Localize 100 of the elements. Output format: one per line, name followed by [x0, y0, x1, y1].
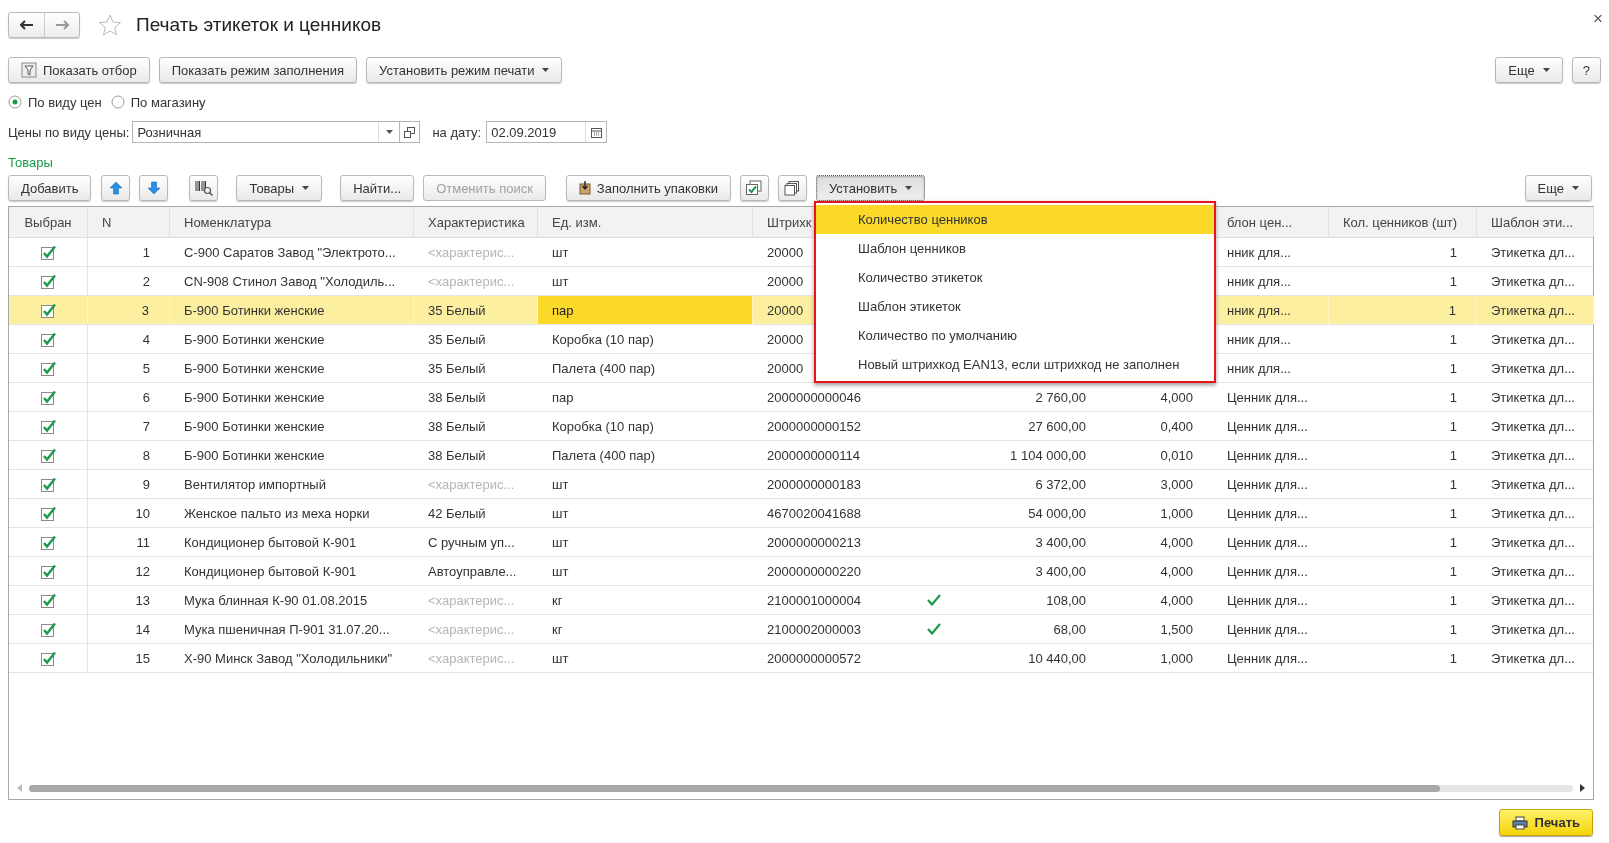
table-cell: 1 — [1449, 389, 1457, 405]
table-cell: Этикетка дл... — [1491, 244, 1575, 260]
table-cell: 38 Белый — [428, 389, 486, 405]
toolbar-button[interactable]: Заполнить упаковки — [565, 175, 731, 201]
close-button[interactable]: × — [1593, 9, 1603, 29]
table-cell: 1,500 — [1160, 621, 1193, 637]
copy-icon — [784, 180, 801, 196]
table-cell: нник для... — [1227, 360, 1291, 376]
table-cell: 0,400 — [1160, 418, 1193, 434]
table-row[interactable]: 8 Б-900 Ботинки женские 38 Белый Палета (400 пар) 2000000000114 1 104 000,00 0,010 Ценник для... 1 Этикетка дл... — [9, 441, 1593, 470]
checkbox[interactable] — [40, 331, 56, 347]
table-row[interactable]: 7 Б-900 Ботинки женские 38 Белый Коробка (10 пар) 2000000000152 27 600,00 0,400 Ценник для... 1 Этикетка дл... — [9, 412, 1593, 441]
toolbar-button[interactable]: Товары — [236, 175, 323, 201]
checkbox[interactable] — [40, 534, 56, 550]
table-row[interactable]: 12 Кондиционер бытовой К-901 Автоуправле... шт 2000000000220 3 400,00 4,000 Ценник для... 1 Этикетка дл... — [9, 557, 1593, 586]
table-cell: 12 — [135, 563, 150, 579]
table-cell: Мука блинная К-90 01.08.2015 — [184, 592, 368, 608]
toolbar-button[interactable] — [189, 175, 219, 201]
checkbox[interactable] — [40, 389, 56, 405]
table-cell: Ценник для... — [1227, 592, 1308, 608]
scroll-right-icon[interactable] — [1579, 784, 1585, 792]
table-cell: 2 760,00 — [1035, 389, 1086, 405]
table-cell: <характерис... — [428, 244, 515, 260]
table-cell: Б-900 Ботинки женские — [184, 418, 325, 434]
checkbox[interactable] — [40, 592, 56, 608]
window-title: Печать этикеток и ценников — [136, 14, 383, 36]
table-cell: пар — [538, 296, 753, 324]
checkbox[interactable] — [40, 418, 56, 434]
table-cell: 35 Белый — [428, 331, 486, 347]
column-header[interactable]: Шаблон эти... — [1477, 207, 1594, 237]
table-cell: шт — [552, 244, 569, 260]
table-row[interactable]: 13 Мука блинная К-90 01.08.2015 <характерис... кг 2100001000004 108,00 4,000 Ценник для... 1 Этикетка дл... — [9, 586, 1593, 615]
toolbar-button[interactable]: Показать отбор — [8, 57, 150, 83]
table-cell: 2000000000046 — [767, 389, 861, 405]
more-button[interactable]: Еще — [1495, 57, 1563, 83]
table-cell: 6 372,00 — [1035, 476, 1086, 492]
table-cell: 5 — [142, 360, 150, 376]
table-row[interactable]: 11 Кондиционер бытовой К-901 С ручным уп... шт 2000000000213 3 400,00 4,000 Ценник для... 1 Этикетка дл... — [9, 528, 1593, 557]
table-cell: Ценник для... — [1227, 563, 1308, 579]
table-cell: Б-900 Ботинки женские — [184, 447, 325, 463]
toolbar-button[interactable]: Добавить — [8, 175, 92, 201]
table-cell: 2100002000003 — [767, 621, 861, 637]
column-header[interactable]: Номенклатура — [170, 207, 414, 237]
table-cell: Б-900 Ботинки женские — [184, 331, 325, 347]
checkbox[interactable] — [40, 273, 56, 289]
table-cell: 42 Белый — [428, 505, 486, 521]
toolbar-button[interactable] — [778, 175, 807, 201]
price-type-field[interactable]: Розничная — [132, 121, 401, 143]
checkbox[interactable] — [40, 360, 56, 376]
field-label: Цены по виду цены: — [8, 124, 130, 140]
table-cell: Этикетка дл... — [1491, 534, 1575, 550]
table-row[interactable]: 15 Х-90 Минск Завод "Холодильники" <характерис... шт 2000000000572 10 440,00 1,000 Ценник для... 1 Этикетка дл... — [9, 644, 1593, 673]
radio-button[interactable] — [8, 95, 22, 109]
table-cell: 20000 — [767, 302, 804, 318]
checkbox[interactable] — [40, 302, 56, 318]
checkbox[interactable] — [40, 476, 56, 492]
table-row[interactable]: 9 Вентилятор импортный <характерис... шт 2000000000183 6 372,00 3,000 Ценник для... 1 Этикетка дл... — [9, 470, 1593, 499]
checkbox[interactable] — [40, 244, 56, 260]
menu-item[interactable]: Количество ценников — [816, 205, 1214, 234]
table-cell: кг — [552, 592, 563, 608]
date-field[interactable]: 02.09.2019 — [486, 121, 608, 143]
table-cell: 1 — [1449, 418, 1457, 434]
table-cell: С ручным уп... — [428, 534, 515, 550]
column-header[interactable]: Выбран — [9, 207, 88, 237]
arrow-left-icon — [19, 20, 34, 30]
caret-icon — [1542, 68, 1550, 72]
column-header[interactable]: Ед. изм. — [538, 207, 753, 237]
toolbar-button[interactable]: Установить режим печати — [366, 57, 563, 83]
toolbar-button[interactable]: Найти... — [340, 175, 415, 201]
column-header[interactable]: Характеристика — [414, 207, 538, 237]
radio-option[interactable]: По магазину — [110, 94, 206, 110]
print-button[interactable]: Печать — [1498, 809, 1593, 836]
checkbox[interactable] — [40, 505, 56, 521]
help-button[interactable]: ? — [1571, 57, 1601, 83]
radio-option[interactable]: По виду цен — [8, 94, 102, 110]
checkbox[interactable] — [40, 447, 56, 463]
table-cell: Вентилятор импортный — [184, 476, 326, 492]
scroll-left-icon[interactable] — [17, 784, 23, 792]
table-cell: CN-908 Стинол Завод "Холодиль... — [184, 273, 396, 289]
table-cell: кг — [552, 621, 563, 637]
column-header[interactable]: Кол. ценников (шт) — [1329, 207, 1477, 237]
column-header[interactable]: N — [88, 207, 170, 237]
more-button[interactable]: Еще — [1524, 175, 1592, 201]
table-cell: 1,000 — [1160, 650, 1193, 666]
checkbox[interactable] — [40, 621, 56, 637]
windows-icon — [404, 126, 416, 138]
open-button[interactable] — [400, 121, 421, 143]
table-row[interactable]: 14 Мука пшеничная П-901 31.07.20... <характерис... кг 2100002000003 68,00 1,500 Ценник для... 1 Этикетка дл... — [9, 615, 1593, 644]
checkbox[interactable] — [40, 563, 56, 579]
radio-button[interactable] — [110, 95, 125, 109]
table-cell: Ценник для... — [1227, 534, 1308, 550]
table-row[interactable]: 10 Женское пальто из меха норки 42 Белый шт 4670020041688 54 000,00 1,000 Ценник для... 1 Этикетка дл... — [9, 499, 1593, 528]
toolbar-button[interactable] — [740, 175, 769, 201]
field-label: на дату: — [432, 124, 482, 140]
toolbar-button[interactable]: Показать режим заполнения — [158, 57, 358, 83]
caret-icon — [542, 68, 550, 72]
table-cell: 1 104 000,00 — [1010, 447, 1086, 463]
checkbox[interactable] — [40, 650, 56, 666]
star-icon[interactable] — [98, 14, 122, 36]
toolbar-button[interactable]: Установить — [816, 175, 926, 201]
